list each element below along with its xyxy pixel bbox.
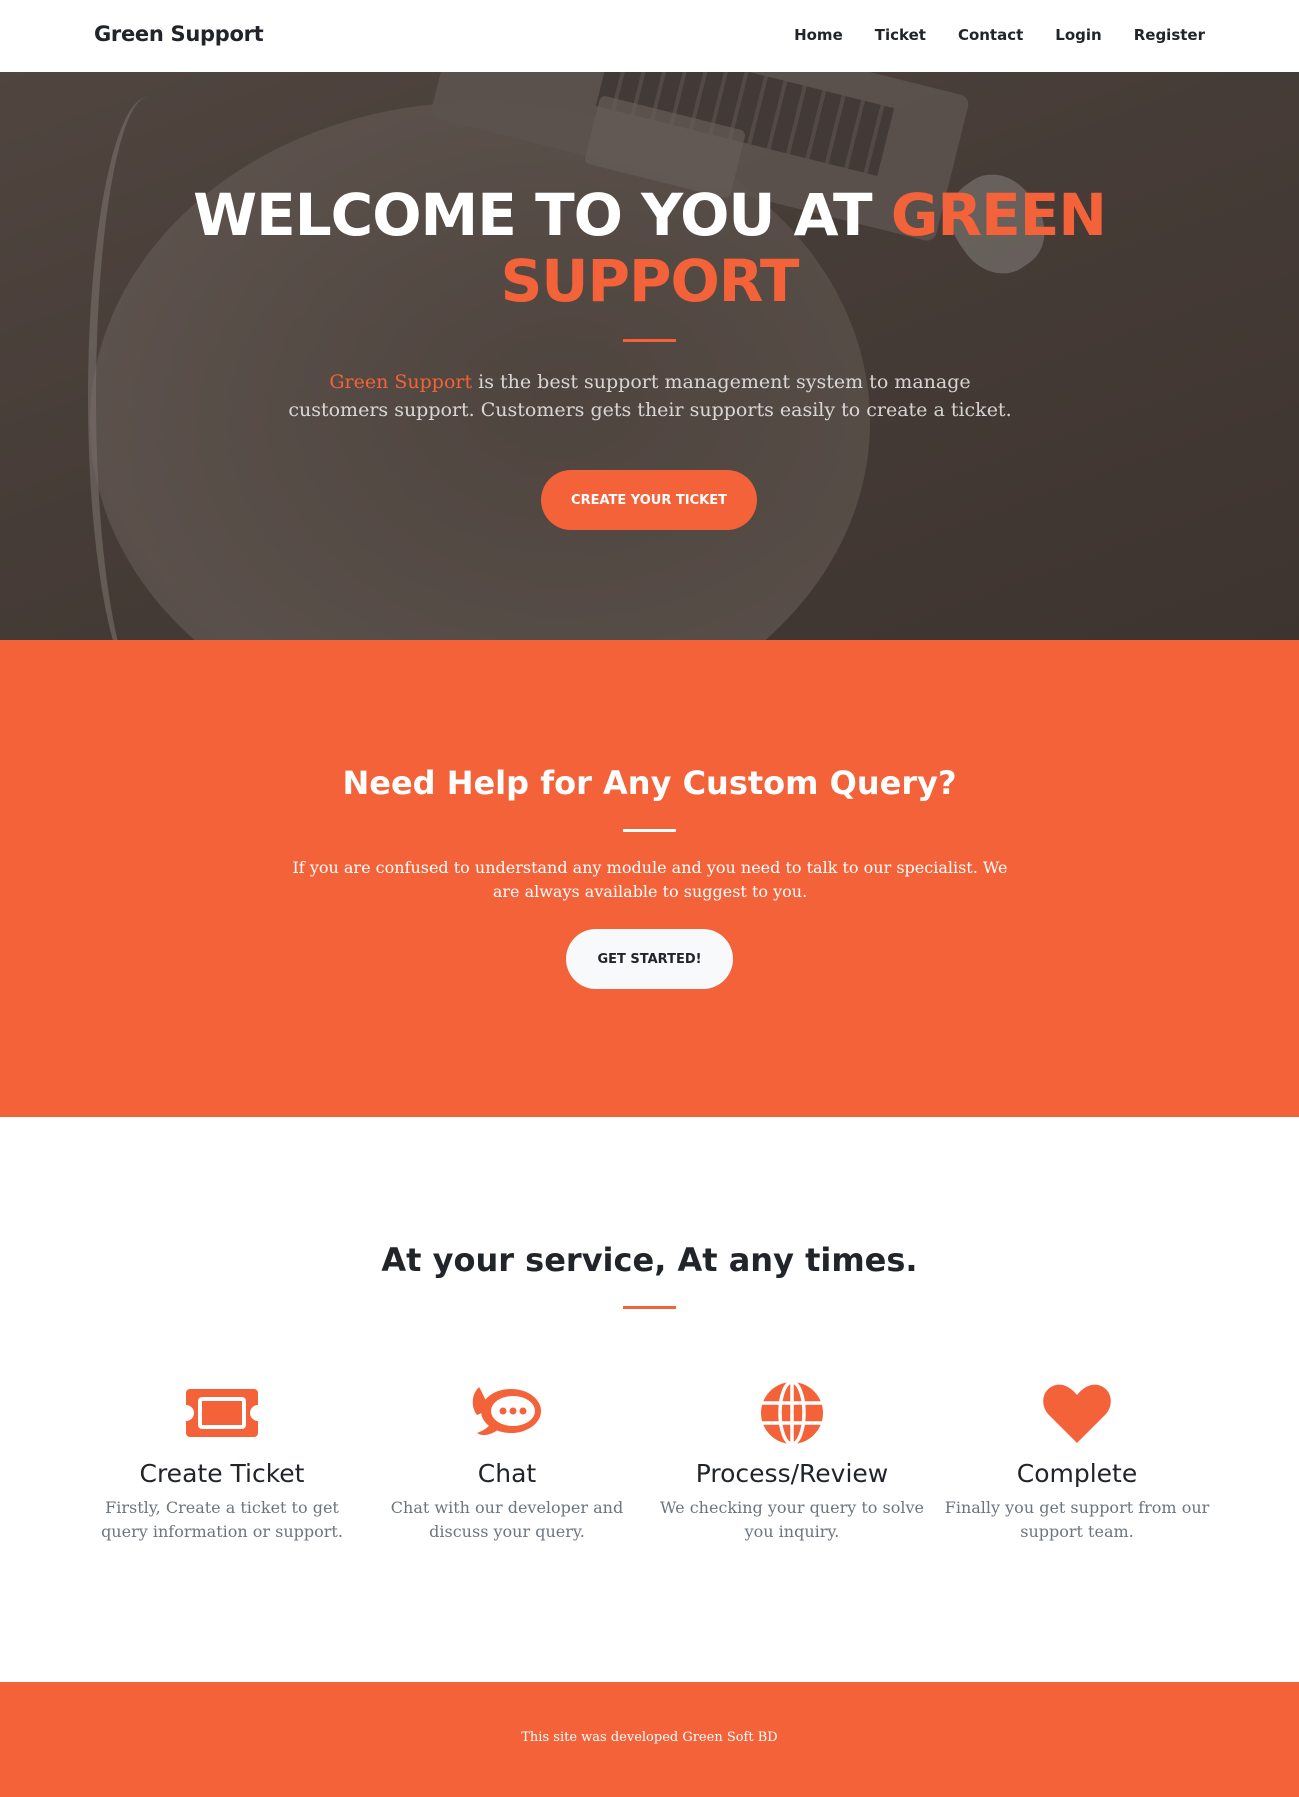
services-divider	[623, 1306, 676, 1309]
nav-link-contact[interactable]: Contact	[958, 26, 1023, 44]
navbar: Green Support Home Ticket Contact Login …	[0, 0, 1299, 72]
hero-divider	[623, 339, 676, 342]
service-title: Complete	[1016, 1459, 1138, 1488]
chat-icon	[472, 1387, 541, 1436]
service-chat: Chat Chat with our developer and discuss…	[372, 1379, 642, 1544]
brand-logo[interactable]: Green Support	[94, 22, 264, 46]
hero-description-accent: Green Support	[329, 371, 473, 393]
service-complete: Complete Finally you get support from ou…	[942, 1379, 1212, 1544]
hero-title-text: WELCOME TO YOU AT	[193, 181, 891, 249]
nav-link-register[interactable]: Register	[1134, 26, 1205, 44]
hero-title-accent-green: GREEN	[890, 181, 1107, 249]
help-description: If you are confused to understand any mo…	[292, 858, 1008, 901]
hero-description: Green Support is the best support manage…	[280, 368, 1020, 424]
create-ticket-button[interactable]: Create Your Ticket	[541, 470, 757, 530]
service-text: Chat with our developer and discuss your…	[390, 1498, 624, 1541]
nav-links: Home Ticket Contact Login Register	[794, 26, 1205, 44]
ticket-icon	[186, 1389, 258, 1437]
globe-icon	[761, 1380, 823, 1446]
hero-title: WELCOME TO YOU AT GREEN SUPPORT	[0, 182, 1299, 314]
get-started-button[interactable]: Get Started!	[566, 929, 733, 989]
service-title: Process/Review	[695, 1459, 889, 1488]
service-title: Chat	[477, 1459, 537, 1488]
help-divider	[623, 829, 676, 832]
service-text: Finally you get support from our support…	[944, 1498, 1210, 1541]
heart-icon	[1043, 1384, 1111, 1443]
service-process-review: Process/Review We checking your query to…	[657, 1379, 927, 1544]
service-text: We checking your query to solve you inqu…	[660, 1498, 924, 1541]
hero-section: WELCOME TO YOU AT GREEN SUPPORT Green Su…	[0, 72, 1299, 640]
service-create-ticket: Create Ticket Firstly, Create a ticket t…	[87, 1379, 357, 1544]
nav-link-home[interactable]: Home	[794, 26, 843, 44]
help-title: Need Help for Any Custom Query?	[342, 764, 957, 802]
nav-link-ticket[interactable]: Ticket	[875, 26, 926, 44]
service-title: Create Ticket	[139, 1459, 305, 1488]
footer: This site was developed Green Soft BD	[0, 1682, 1299, 1797]
nav-link-login[interactable]: Login	[1055, 26, 1101, 44]
footer-text: This site was developed Green Soft BD	[521, 1730, 778, 1745]
services-section: At your service, At any times. Create Ti…	[0, 1117, 1299, 1682]
help-section: Need Help for Any Custom Query? If you a…	[0, 640, 1299, 1117]
service-text: Firstly, Create a ticket to get query in…	[101, 1498, 343, 1541]
hero-overlay	[0, 72, 1299, 640]
services-title: At your service, At any times.	[381, 1241, 918, 1279]
hero-title-accent-support: SUPPORT	[500, 247, 800, 315]
